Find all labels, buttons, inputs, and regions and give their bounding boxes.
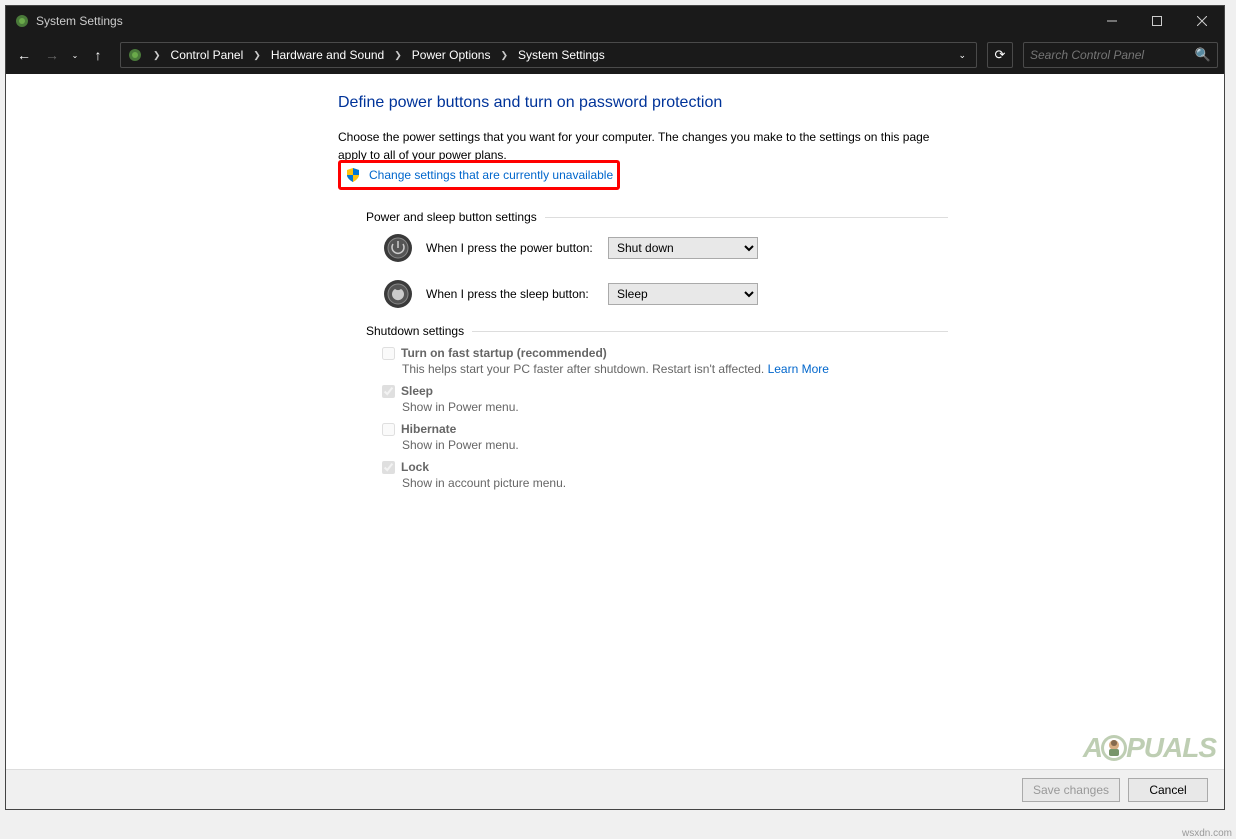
address-dropdown-caret[interactable]: ⌄ <box>952 50 972 61</box>
refresh-button[interactable]: ⟳ <box>987 42 1013 68</box>
hibernate-desc: Show in Power menu. <box>402 436 948 454</box>
search-icon[interactable]: 🔍 <box>1195 47 1211 63</box>
chevron-right-icon[interactable]: ❯ <box>253 50 261 61</box>
lock-checkbox[interactable] <box>382 461 395 474</box>
section-header-shutdown: Shutdown settings <box>366 324 948 338</box>
breadcrumb-item-hardware[interactable]: Hardware and Sound <box>269 46 386 64</box>
highlight-box: Change settings that are currently unava… <box>338 160 620 190</box>
power-button-icon <box>382 232 414 264</box>
search-box[interactable]: 🔍 <box>1023 42 1218 68</box>
sleep-button-select[interactable]: Sleep <box>608 283 758 305</box>
lock-desc: Show in account picture menu. <box>402 474 948 492</box>
breadcrumb-item-system-settings[interactable]: System Settings <box>516 46 607 64</box>
hibernate-checkbox[interactable] <box>382 423 395 436</box>
sleep-button-icon <box>382 278 414 310</box>
hibernate-item: Hibernate Show in Power menu. <box>382 422 948 454</box>
power-button-row: When I press the power button: Shut down <box>382 232 948 264</box>
power-button-select[interactable]: Shut down <box>608 237 758 259</box>
sleep-button-label: When I press the sleep button: <box>426 287 596 301</box>
learn-more-link[interactable]: Learn More <box>768 362 829 376</box>
up-button[interactable]: ↑ <box>86 43 110 67</box>
sleep-button-row: When I press the sleep button: Sleep <box>382 278 948 310</box>
chevron-right-icon[interactable]: ❯ <box>394 50 402 61</box>
history-dropdown-caret[interactable]: ⌄ <box>68 51 82 60</box>
fast-startup-desc-text: This helps start your PC faster after sh… <box>402 362 768 376</box>
forward-button[interactable]: → <box>40 43 64 67</box>
breadcrumb-item-power[interactable]: Power Options <box>410 46 493 64</box>
app-icon <box>14 13 30 29</box>
minimize-button[interactable] <box>1089 6 1134 36</box>
content-area: Define power buttons and turn on passwor… <box>6 74 1224 769</box>
chevron-right-icon[interactable]: ❯ <box>500 50 508 61</box>
change-settings-link-text[interactable]: Change settings that are currently unava… <box>369 168 613 182</box>
breadcrumb[interactable]: ❯ Control Panel ❯ Hardware and Sound ❯ P… <box>120 42 977 68</box>
maximize-button[interactable] <box>1134 6 1179 36</box>
fast-startup-checkbox[interactable] <box>382 347 395 360</box>
section-label: Shutdown settings <box>366 324 464 338</box>
close-button[interactable] <box>1179 6 1224 36</box>
titlebar: System Settings <box>6 6 1224 36</box>
search-input[interactable] <box>1030 48 1195 62</box>
change-settings-link[interactable]: Change settings that are currently unava… <box>345 167 613 183</box>
location-icon <box>125 47 145 63</box>
save-button[interactable]: Save changes <box>1022 778 1120 802</box>
chevron-right-icon[interactable]: ❯ <box>153 50 161 61</box>
page-title: Define power buttons and turn on passwor… <box>338 94 948 112</box>
fast-startup-item: Turn on fast startup (recommended) This … <box>382 346 948 378</box>
hibernate-label: Hibernate <box>401 422 456 436</box>
sleep-label: Sleep <box>401 384 433 398</box>
lock-item: Lock Show in account picture menu. <box>382 460 948 492</box>
window-frame: System Settings ← → ⌄ ↑ ❯ Control Panel … <box>5 5 1225 810</box>
power-button-label: When I press the power button: <box>426 241 596 255</box>
sleep-item: Sleep Show in Power menu. <box>382 384 948 416</box>
fast-startup-desc: This helps start your PC faster after sh… <box>402 360 948 378</box>
lock-label: Lock <box>401 460 429 474</box>
back-button[interactable]: ← <box>12 43 36 67</box>
page-subtitle: Choose the power settings that you want … <box>338 128 948 164</box>
section-label: Power and sleep button settings <box>366 210 537 224</box>
bottom-bar: Save changes Cancel <box>6 769 1224 809</box>
shield-icon <box>345 167 361 183</box>
cancel-button[interactable]: Cancel <box>1128 778 1208 802</box>
window-title: System Settings <box>36 14 1216 28</box>
navigation-bar: ← → ⌄ ↑ ❯ Control Panel ❯ Hardware and S… <box>6 36 1224 74</box>
breadcrumb-item-control-panel[interactable]: Control Panel <box>169 46 246 64</box>
sleep-checkbox[interactable] <box>382 385 395 398</box>
section-header-power-sleep: Power and sleep button settings <box>366 210 948 224</box>
divider <box>545 217 948 218</box>
divider <box>472 331 948 332</box>
fast-startup-label: Turn on fast startup (recommended) <box>401 346 607 360</box>
sleep-desc: Show in Power menu. <box>402 398 948 416</box>
